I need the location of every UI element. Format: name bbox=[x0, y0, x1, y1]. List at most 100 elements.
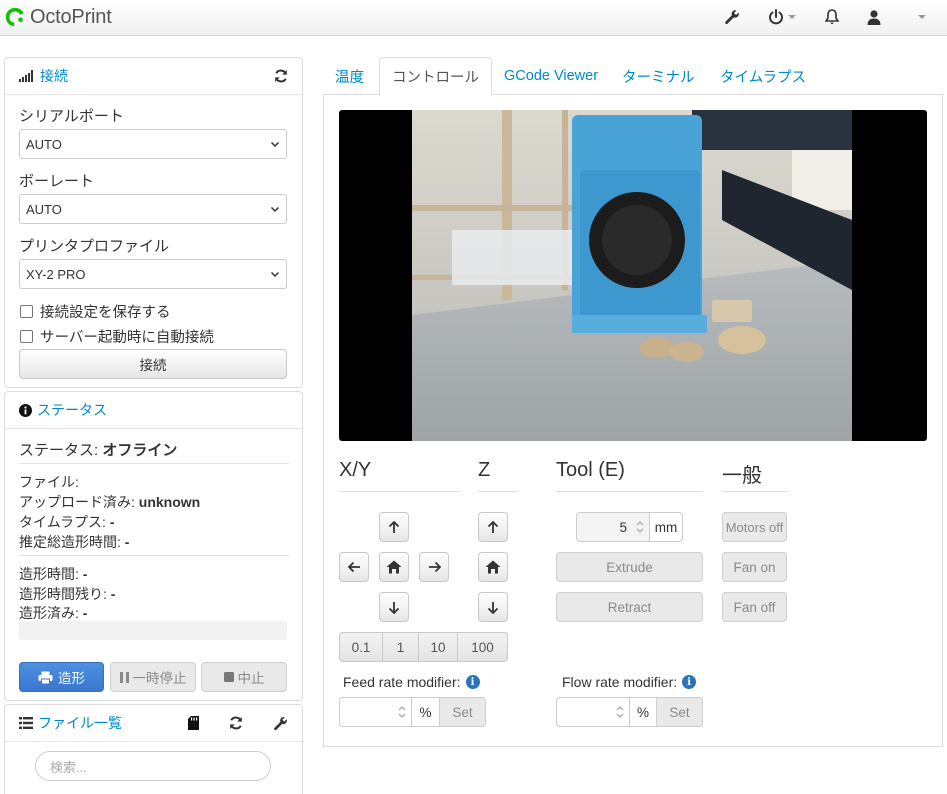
feed-rate-input[interactable] bbox=[339, 697, 412, 727]
tab-timelapse[interactable]: タイムラプス bbox=[708, 57, 818, 95]
uploaded-line: アップロード済み: unknown bbox=[19, 492, 200, 512]
file-search-input[interactable]: 検索... bbox=[35, 751, 271, 781]
flow-rate-percent: % bbox=[629, 697, 657, 727]
jog-z-plus-button[interactable] bbox=[478, 512, 508, 542]
home-xy-button[interactable] bbox=[379, 552, 409, 582]
connection-heading[interactable]: 接続 bbox=[5, 58, 302, 95]
files-heading[interactable]: ファイル一覧 bbox=[5, 705, 302, 742]
general-title: 一般 bbox=[722, 465, 762, 487]
list-icon bbox=[19, 717, 33, 729]
home-z-button[interactable] bbox=[478, 552, 508, 582]
arrow-left-icon bbox=[347, 561, 360, 573]
state-title: ステータス bbox=[37, 402, 107, 418]
info-icon[interactable]: i bbox=[465, 675, 480, 689]
chevron-down-icon bbox=[270, 271, 280, 278]
flow-rate-input[interactable] bbox=[556, 697, 630, 727]
refresh-icon[interactable] bbox=[274, 69, 288, 83]
time-left-value: - bbox=[110, 586, 116, 602]
connection-panel: 接続 シリアルポート AUTO ボーレート AUTO プリンタプロファイル XY… bbox=[4, 57, 303, 388]
fan-off-button[interactable]: Fan off bbox=[722, 592, 787, 622]
state-panel: ステータス ステータス: オフライン ファイル: アップロード済み: unkno… bbox=[4, 391, 303, 701]
home-icon bbox=[485, 560, 501, 574]
jog-z-minus-button[interactable] bbox=[478, 592, 508, 622]
status-line: ステータス: オフライン bbox=[19, 439, 177, 460]
webcam-stream bbox=[339, 110, 927, 441]
refresh-icon[interactable] bbox=[229, 716, 243, 730]
brand[interactable]: OctoPrint bbox=[4, 5, 112, 29]
state-heading[interactable]: ステータス bbox=[5, 392, 302, 429]
serial-port-value: AUTO bbox=[26, 136, 62, 152]
power-icon[interactable] bbox=[766, 6, 798, 28]
user-icon[interactable] bbox=[865, 6, 883, 28]
feed-rate-set-button[interactable]: Set bbox=[439, 697, 486, 727]
extrude-button[interactable]: Extrude bbox=[556, 552, 703, 582]
serial-port-select[interactable]: AUTO bbox=[19, 129, 287, 159]
jog-y-plus-button[interactable] bbox=[379, 512, 409, 542]
auto-connect-checkbox[interactable] bbox=[20, 330, 33, 343]
step-size-10[interactable]: 10 bbox=[418, 632, 458, 662]
divider bbox=[478, 491, 518, 492]
menu-caret-icon[interactable] bbox=[915, 6, 929, 28]
tab-temperature[interactable]: 温度 bbox=[323, 57, 376, 95]
sd-card-icon[interactable] bbox=[188, 716, 199, 730]
files-title: ファイル一覧 bbox=[38, 715, 122, 731]
print-button-label: 造形 bbox=[58, 671, 85, 686]
pause-button[interactable]: 一時停止 bbox=[110, 662, 196, 692]
divider bbox=[19, 463, 289, 464]
feed-rate-label-text: Feed rate modifier: bbox=[343, 674, 461, 690]
print-button[interactable]: 造形 bbox=[19, 662, 104, 692]
baudrate-value: AUTO bbox=[26, 201, 62, 217]
flow-rate-label: Flow rate modifier: i bbox=[562, 674, 697, 690]
est-time-value: - bbox=[124, 534, 130, 550]
file-label: ファイル: bbox=[19, 474, 79, 490]
step-size-0.1[interactable]: 0.1 bbox=[339, 632, 383, 662]
navbar: OctoPrint bbox=[0, 0, 947, 36]
spinner-icon bbox=[616, 706, 624, 718]
est-time-line: 推定総造形時間: - bbox=[19, 532, 129, 552]
tab-terminal[interactable]: ターミナル bbox=[610, 57, 707, 95]
auto-connect-row[interactable]: サーバー起動時に自動接続 bbox=[20, 326, 214, 347]
extrude-unit: mm bbox=[649, 512, 683, 542]
cancel-button[interactable]: 中止 bbox=[201, 662, 287, 692]
files-panel: ファイル一覧 検索... bbox=[4, 704, 303, 794]
arrow-down-icon bbox=[487, 601, 499, 614]
est-time-label: 推定総造形時間: bbox=[19, 534, 121, 550]
info-icon[interactable]: i bbox=[682, 675, 697, 689]
connect-button[interactable]: 接続 bbox=[19, 349, 287, 379]
extrude-amount-value: 5 bbox=[619, 519, 627, 535]
step-size-1[interactable]: 1 bbox=[382, 632, 419, 662]
divider bbox=[556, 491, 703, 492]
caret-down-icon bbox=[788, 15, 796, 19]
home-icon bbox=[386, 560, 402, 574]
fan-on-button[interactable]: Fan on bbox=[722, 552, 787, 582]
extrude-amount-input[interactable]: 5 bbox=[576, 512, 650, 542]
chevron-down-icon bbox=[270, 141, 280, 148]
spinner-icon bbox=[398, 706, 406, 718]
retract-button[interactable]: Retract bbox=[556, 592, 703, 622]
tab-control[interactable]: コントロール bbox=[379, 57, 492, 96]
printed-value: - bbox=[82, 605, 88, 621]
step-size-100[interactable]: 100 bbox=[457, 632, 508, 662]
cancel-button-label: 中止 bbox=[237, 671, 265, 686]
motors-off-button[interactable]: Motors off bbox=[722, 512, 787, 542]
tab-gcode-viewer[interactable]: GCode Viewer bbox=[492, 57, 610, 95]
time-left-label: 造形時間残り: bbox=[19, 586, 107, 602]
save-settings-row[interactable]: 接続設定を保存する bbox=[20, 301, 171, 322]
bell-icon[interactable] bbox=[823, 6, 841, 28]
baudrate-select[interactable]: AUTO bbox=[19, 194, 287, 224]
print-time-value: - bbox=[82, 566, 88, 582]
brand-name: OctoPrint bbox=[30, 5, 112, 28]
info-icon bbox=[19, 403, 32, 417]
divider bbox=[722, 491, 787, 492]
save-settings-checkbox[interactable] bbox=[20, 305, 33, 318]
printer-profile-select[interactable]: XY-2 PRO bbox=[19, 259, 287, 289]
wrench-icon[interactable] bbox=[722, 6, 742, 28]
auto-connect-label: サーバー起動時に自動接続 bbox=[40, 330, 214, 346]
uploaded-value: unknown bbox=[138, 494, 201, 510]
wrench-icon[interactable] bbox=[273, 716, 288, 731]
jog-y-minus-button[interactable] bbox=[379, 592, 409, 622]
flow-rate-set-button[interactable]: Set bbox=[656, 697, 703, 727]
jog-x-plus-button[interactable] bbox=[419, 552, 449, 582]
print-time-line: 造形時間: - bbox=[19, 564, 87, 584]
jog-x-minus-button[interactable] bbox=[339, 552, 369, 582]
